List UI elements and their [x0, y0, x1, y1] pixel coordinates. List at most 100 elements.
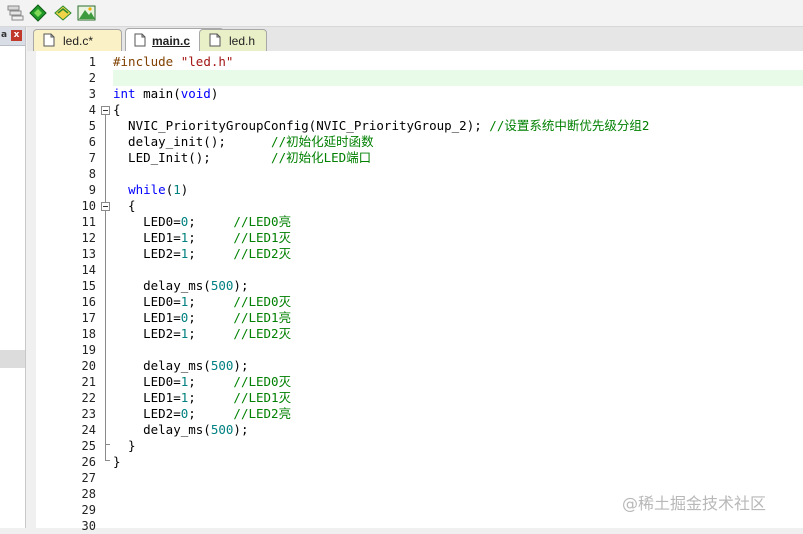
- code-text[interactable]: {: [113, 102, 121, 118]
- code-line[interactable]: 20 delay_ms(500);: [36, 358, 803, 374]
- code-line[interactable]: 11 LED0=0; //LED0亮: [36, 214, 803, 230]
- fold-guide-end: [105, 460, 110, 461]
- code-text[interactable]: LED2=1; //LED2灭: [113, 246, 291, 262]
- line-number: 16: [81, 295, 96, 309]
- code-text[interactable]: LED1=1; //LED1灭: [113, 390, 291, 406]
- code-editor[interactable]: 1 #include "led.h" 2 3 int main(void) 4{5 NVI…: [36, 51, 803, 533]
- line-number: 5: [88, 119, 96, 133]
- editor-tab-bar: led.c* main.c led.h: [27, 27, 803, 52]
- code-line[interactable]: 27: [36, 470, 803, 486]
- code-line[interactable]: 2: [36, 70, 803, 86]
- fold-guide-end: [105, 444, 110, 445]
- tab-led-h[interactable]: led.h: [199, 29, 267, 51]
- code-text[interactable]: }: [113, 454, 121, 470]
- file-icon: [43, 33, 55, 50]
- code-text[interactable]: LED1=1; //LED1灭: [113, 230, 291, 246]
- code-text[interactable]: LED0=0; //LED0亮: [113, 214, 291, 230]
- watermark: @稀土掘金技术社区: [622, 494, 767, 513]
- code-line[interactable]: 25 }: [36, 438, 803, 454]
- code-line[interactable]: 3 int main(void): [36, 86, 803, 102]
- code-line[interactable]: 21 LED0=1; //LED0灭: [36, 374, 803, 390]
- code-text[interactable]: {: [113, 198, 136, 214]
- code-text[interactable]: delay_ms(500);: [113, 358, 248, 374]
- fold-collapse-icon[interactable]: [101, 202, 110, 211]
- code-text[interactable]: LED_Init(); //初始化LED端口: [113, 150, 371, 166]
- tab-label: led.h: [229, 34, 256, 48]
- code-line[interactable]: 24 delay_ms(500);: [36, 422, 803, 438]
- line-number: 7: [88, 151, 96, 165]
- line-number: 3: [88, 87, 96, 101]
- line-number: 13: [81, 247, 96, 261]
- code-line[interactable]: 12 LED1=1; //LED1灭: [36, 230, 803, 246]
- code-text[interactable]: delay_ms(500);: [113, 422, 248, 438]
- code-line[interactable]: 26}: [36, 454, 803, 470]
- line-number: 11: [81, 215, 96, 229]
- code-line[interactable]: 13 LED2=1; //LED2灭: [36, 246, 803, 262]
- line-number: 1: [88, 55, 96, 69]
- code-line[interactable]: 8: [36, 166, 803, 182]
- line-number: 8: [88, 167, 96, 181]
- code-line[interactable]: 23 LED2=0; //LED2亮: [36, 406, 803, 422]
- line-number: 6: [88, 135, 96, 149]
- code-text[interactable]: LED2=1; //LED2灭: [113, 326, 291, 342]
- code-text[interactable]: LED1=0; //LED1亮: [113, 310, 291, 326]
- fold-guide: [105, 115, 106, 460]
- code-line[interactable]: 10 {: [36, 198, 803, 214]
- line-number: 2: [88, 71, 96, 85]
- line-number: 4: [88, 103, 96, 117]
- diamond-green-icon[interactable]: [28, 3, 48, 23]
- line-number: 10: [81, 199, 96, 213]
- mountain-icon[interactable]: [77, 3, 97, 23]
- file-icon: [209, 33, 221, 50]
- code-text[interactable]: LED0=1; //LED0灭: [113, 374, 291, 390]
- code-line[interactable]: 6 delay_init(); //初始化延时函数: [36, 134, 803, 150]
- line-number: 22: [81, 391, 96, 405]
- code-line[interactable]: 1 #include "led.h": [36, 54, 803, 70]
- line-number: 20: [81, 359, 96, 373]
- diamond-yellow-icon[interactable]: [53, 3, 73, 23]
- close-pane-button[interactable]: x: [11, 30, 22, 41]
- pin-icon[interactable]: a: [1, 30, 9, 42]
- line-number: 17: [81, 311, 96, 325]
- code-text[interactable]: while(1): [113, 182, 188, 198]
- code-line[interactable]: 4{: [36, 102, 803, 118]
- line-number: 12: [81, 231, 96, 245]
- code-line[interactable]: 5 NVIC_PriorityGroupConfig(NVIC_Priority…: [36, 118, 803, 134]
- project-pane-header: a x: [0, 27, 25, 46]
- code-line[interactable]: 9 while(1): [36, 182, 803, 198]
- line-number: 29: [81, 503, 96, 517]
- line-number: 25: [81, 439, 96, 453]
- code-line[interactable]: 18 LED2=1; //LED2灭: [36, 326, 803, 342]
- code-text[interactable]: NVIC_PriorityGroupConfig(NVIC_PriorityGr…: [113, 118, 649, 134]
- code-text[interactable]: delay_init(); //初始化延时函数: [113, 134, 374, 150]
- windows-icon[interactable]: [5, 3, 25, 23]
- tab-label: led.c*: [63, 34, 94, 48]
- project-tree-selected-row[interactable]: [0, 350, 25, 368]
- code-line[interactable]: 16 LED0=1; //LED0灭: [36, 294, 803, 310]
- file-icon: [134, 33, 146, 50]
- code-line[interactable]: 17 LED1=0; //LED1亮: [36, 310, 803, 326]
- fold-collapse-icon[interactable]: [101, 106, 110, 115]
- tab-led-c[interactable]: led.c*: [33, 29, 122, 51]
- code-text[interactable]: LED2=0; //LED2亮: [113, 406, 291, 422]
- code-text[interactable]: #include "led.h": [113, 54, 233, 70]
- line-number: 14: [81, 263, 96, 277]
- tab-label: main.c: [152, 34, 191, 48]
- line-number: 21: [81, 375, 96, 389]
- line-number: 18: [81, 327, 96, 341]
- code-line[interactable]: 14: [36, 262, 803, 278]
- code-text[interactable]: int main(void): [113, 86, 218, 102]
- code-line[interactable]: 15 delay_ms(500);: [36, 278, 803, 294]
- line-number: 30: [81, 519, 96, 533]
- code-line[interactable]: 30: [36, 518, 803, 534]
- line-number: 27: [81, 471, 96, 485]
- code-line[interactable]: 7 LED_Init(); //初始化LED端口: [36, 150, 803, 166]
- code-text[interactable]: delay_ms(500);: [113, 278, 248, 294]
- code-text[interactable]: }: [113, 438, 136, 454]
- code-line[interactable]: 22 LED1=1; //LED1灭: [36, 390, 803, 406]
- code-line[interactable]: 19: [36, 342, 803, 358]
- line-number: 19: [81, 343, 96, 357]
- code-text[interactable]: LED0=1; //LED0灭: [113, 294, 291, 310]
- line-number: 9: [88, 183, 96, 197]
- line-number: 23: [81, 407, 96, 421]
